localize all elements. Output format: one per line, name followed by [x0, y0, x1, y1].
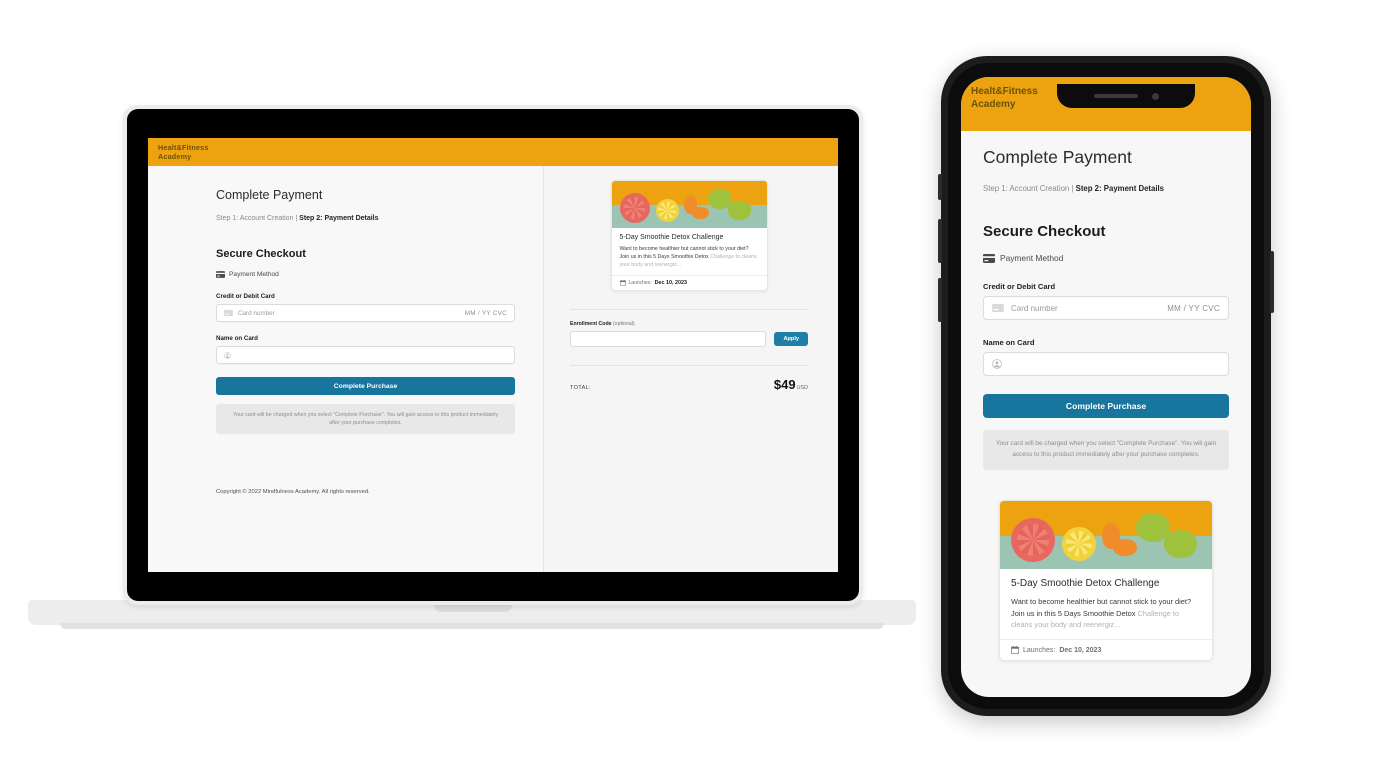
product-launch-row-mobile: Launches: Dec 10, 2023 — [1000, 639, 1212, 660]
total-currency: USD — [796, 384, 808, 391]
product-card-body: 5-Day Smoothie Detox Challenge Want to b… — [612, 228, 767, 270]
complete-purchase-button[interactable]: Complete Purchase — [216, 377, 515, 395]
phone-power-button[interactable] — [1270, 251, 1274, 313]
complete-purchase-button-mobile[interactable]: Complete Purchase — [983, 394, 1229, 418]
phone-volume-down-button[interactable] — [938, 278, 942, 322]
product-title: 5-Day Smoothie Detox Challenge — [619, 234, 724, 241]
launch-date: Dec 10, 2023 — [654, 279, 687, 286]
page-title: Complete Payment — [216, 188, 323, 202]
credit-card-icon — [216, 271, 225, 278]
enrollment-code-label-text: Enrollment Code — [570, 320, 613, 327]
phone-screen: Healt&Fitness Academy Complete Payment S… — [961, 77, 1251, 697]
launch-label: Launches: — [628, 279, 652, 286]
name-on-card-input-mobile[interactable] — [983, 352, 1229, 376]
calendar-icon — [619, 279, 626, 286]
enrollment-code-input[interactable] — [570, 330, 767, 347]
total-amount: $49USD — [773, 377, 808, 392]
phone-front-camera — [1151, 92, 1159, 100]
step-1-label[interactable]: Step 1: Account Creation | — [216, 215, 299, 222]
name-field-label: Name on Card — [216, 335, 258, 342]
payment-method-label-mobile: Payment Method — [1000, 253, 1064, 263]
card-number-input-mobile[interactable]: Card number MM / YY CVC — [983, 296, 1229, 320]
product-title-mobile: 5-Day Smoothie Detox Challenge — [1011, 577, 1160, 589]
payment-method-label: Payment Method — [229, 271, 279, 278]
charge-notice: Your card will be charged when you selec… — [216, 404, 515, 435]
calendar-icon — [1011, 646, 1019, 655]
credit-card-icon — [983, 253, 995, 263]
laptop-base-lip — [60, 623, 884, 629]
phone-volume-up-button[interactable] — [938, 219, 942, 263]
section-title-secure-checkout: Secure Checkout — [216, 248, 306, 260]
charge-notice-mobile: Your card will be charged when you selec… — [983, 430, 1229, 470]
total-label: TOTAL: — [570, 384, 591, 391]
card-number-placeholder-mobile: Card number — [1011, 303, 1058, 313]
product-launch-row: Launches: Dec 10, 2023 — [611, 274, 767, 290]
breadcrumb-steps: Step 1: Account Creation | Step 2: Payme… — [216, 215, 515, 222]
phone-silence-switch[interactable] — [938, 174, 942, 200]
summary-divider-bottom — [570, 364, 808, 366]
brand-logo-mobile-line2: Academy — [971, 99, 1016, 110]
phone-earpiece-speaker — [1093, 94, 1138, 98]
breadcrumb-steps-mobile: Step 1: Account Creation | Step 2: Payme… — [983, 184, 1229, 193]
section-title-secure-checkout-mobile: Secure Checkout — [983, 223, 1106, 240]
card-number-placeholder: Card number — [238, 309, 275, 317]
payment-method-heading: Payment Method — [216, 271, 515, 278]
card-small-icon — [224, 310, 233, 316]
card-field-label: Credit or Debit Card — [216, 293, 275, 300]
desktop-main: Complete Payment Step 1: Account Creatio… — [148, 166, 838, 572]
total-row: TOTAL: $49USD — [570, 377, 808, 392]
total-amount-value: $49 — [773, 376, 796, 392]
enrollment-code-label: Enrollment Code (optional) — [570, 321, 814, 327]
page-title-mobile: Complete Payment — [983, 147, 1132, 167]
order-summary-column: 5-Day Smoothie Detox Challenge Want to b… — [544, 166, 838, 572]
brand-logo-mobile[interactable]: Healt&Fitness Academy — [971, 85, 1038, 111]
apply-code-button[interactable]: Apply — [774, 331, 808, 346]
brand-logo-line1: Healt&Fitness — [158, 142, 209, 152]
step-2-label-mobile: Step 2: Payment Details — [1075, 184, 1165, 193]
name-field-label-mobile: Name on Card — [983, 338, 1035, 347]
launch-date-mobile: Dec 10, 2023 — [1059, 646, 1102, 654]
product-description: Want to become healthier but cannot stic… — [620, 245, 759, 270]
phone-notch — [1057, 84, 1195, 108]
name-on-card-input[interactable] — [216, 346, 515, 364]
enrollment-code-optional: (optional) — [612, 320, 635, 327]
step-2-label: Step 2: Payment Details — [299, 215, 379, 222]
summary-divider-top — [570, 308, 808, 310]
product-description-mobile: Want to become healthier but cannot stic… — [1011, 596, 1201, 632]
card-field-label-mobile: Credit or Debit Card — [983, 282, 1056, 291]
launch-label-mobile: Launches: — [1023, 646, 1056, 654]
payment-method-heading-mobile: Payment Method — [983, 253, 1229, 263]
card-expiry-cvc-hint-mobile: MM / YY CVC — [1167, 303, 1220, 313]
brand-logo-line2: Academy — [158, 152, 192, 161]
card-expiry-cvc-hint: MM / YY CVC — [464, 309, 507, 317]
checkout-form-column: Complete Payment Step 1: Account Creatio… — [148, 166, 544, 572]
brand-logo[interactable]: Healt&Fitness Academy — [158, 143, 209, 162]
product-image — [611, 181, 767, 228]
product-card-mobile[interactable]: 5-Day Smoothie Detox Challenge Want to b… — [999, 499, 1213, 662]
product-image-mobile — [1000, 500, 1212, 569]
copyright-text: Copyright © 2022 Mindfulness Academy. Al… — [216, 489, 370, 496]
laptop-mockup: Healt&Fitness Academy Complete Payment S… — [28, 105, 916, 629]
product-card-body-mobile: 5-Day Smoothie Detox Challenge Want to b… — [1000, 569, 1212, 632]
user-icon — [992, 359, 1002, 369]
card-number-input[interactable]: Card number MM / YY CVC — [216, 304, 515, 322]
mobile-main: Complete Payment Step 1: Account Creatio… — [961, 131, 1251, 662]
step-1-label-mobile[interactable]: Step 1: Account Creation | — [983, 184, 1076, 193]
user-icon — [224, 351, 231, 359]
desktop-site-header: Healt&Fitness Academy — [148, 138, 838, 166]
card-small-icon — [992, 304, 1004, 312]
phone-mockup: Healt&Fitness Academy Complete Payment S… — [938, 56, 1274, 716]
product-card[interactable]: 5-Day Smoothie Detox Challenge Want to b… — [610, 180, 768, 291]
brand-logo-mobile-line1: Healt&Fitness — [971, 86, 1038, 97]
laptop-screen: Healt&Fitness Academy Complete Payment S… — [148, 138, 838, 572]
enrollment-code-row: Apply — [570, 330, 808, 347]
